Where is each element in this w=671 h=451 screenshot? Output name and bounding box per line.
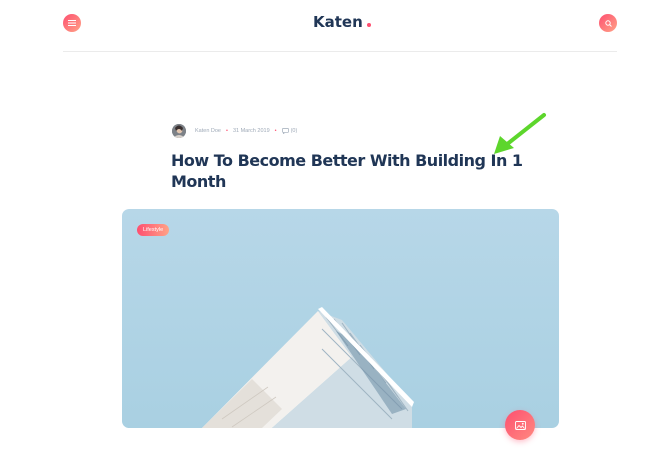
post-date: 31 March 2019: [232, 128, 270, 134]
header-divider: [63, 51, 617, 52]
author-name[interactable]: Katen Doe: [195, 128, 221, 134]
post-meta: Katen Doe • 31 March 2019 • (0): [172, 124, 297, 138]
building-image: [202, 307, 414, 428]
menu-button[interactable]: [63, 14, 81, 32]
search-button[interactable]: [599, 14, 617, 32]
search-icon: [604, 19, 612, 27]
featured-image[interactable]: [122, 209, 559, 428]
site-logo[interactable]: Katen: [313, 13, 371, 31]
post-title[interactable]: How To Become Better With Building In 1 …: [171, 150, 531, 192]
meta-separator: •: [226, 128, 228, 134]
comment-count-label: (0): [290, 128, 298, 134]
hamburger-icon: [68, 20, 76, 26]
comment-count[interactable]: (0): [281, 128, 298, 134]
author-avatar[interactable]: [172, 124, 186, 138]
post-format-button[interactable]: [505, 410, 535, 440]
category-badge[interactable]: Lifestyle: [137, 224, 170, 236]
image-icon: [514, 420, 526, 430]
logo-text: Katen: [313, 13, 363, 31]
meta-separator: •: [274, 128, 277, 134]
logo-dot: [366, 23, 371, 27]
annotation-arrow-icon: [494, 113, 546, 154]
comment-icon: [281, 128, 289, 134]
